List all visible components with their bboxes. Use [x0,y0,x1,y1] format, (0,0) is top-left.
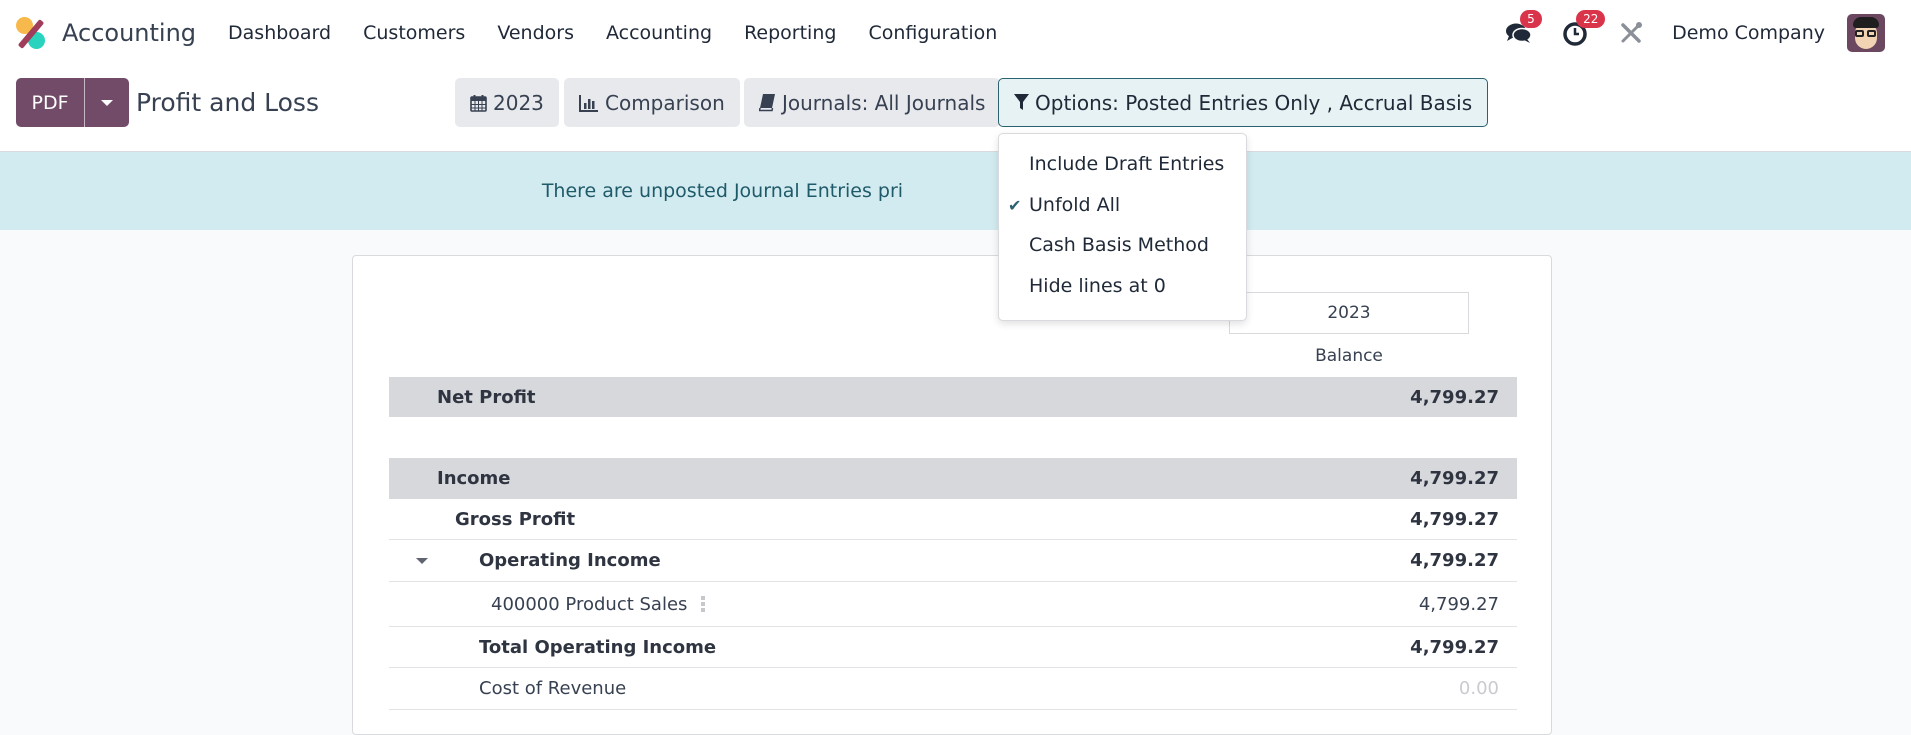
line-actions-icon[interactable] [701,595,706,613]
row-value: 4,799.27 [1410,636,1499,658]
page-title: Profit and Loss [136,88,319,117]
pdf-button[interactable]: PDF [16,78,85,127]
report-row-net-profit[interactable]: Net Profit 4,799.27 [389,377,1517,417]
row-label: Income [437,468,511,489]
options-filter-button[interactable]: Options: Posted Entries Only , Accrual B… [998,78,1489,127]
option-label: Hide lines at 0 [1029,274,1166,297]
column-header-balance: Balance [1315,346,1383,366]
row-value: 4,799.27 [1410,386,1499,408]
row-label: Net Profit [437,386,536,408]
option-hide-lines-at-zero[interactable]: Hide lines at 0 [999,266,1246,307]
report-row-cost-of-revenue[interactable]: Cost of Revenue 0.00 [389,668,1517,710]
export-button-group: PDF [16,78,129,127]
row-value: 4,799.27 [1410,550,1499,571]
option-include-draft-entries[interactable]: Include Draft Entries [999,144,1246,185]
debug-tools-button[interactable] [1616,18,1646,48]
app-brand[interactable]: Accounting [16,17,196,49]
menu-configuration[interactable]: Configuration [852,22,1013,44]
report-row-operating-income[interactable]: Operating Income 4,799.27 [389,540,1517,582]
row-value: 4,799.27 [1410,508,1499,530]
report-row-total-operating-income[interactable]: Total Operating Income 4,799.27 [389,627,1517,668]
comparison-filter-button[interactable]: Comparison [564,78,740,127]
report-row-income[interactable]: Income 4,799.27 [389,458,1517,499]
control-panel: PDF Profit and Loss 2023 Comparison Jour… [0,66,1911,152]
comparison-filter-label: Comparison [605,90,725,115]
filter-icon [1014,94,1029,111]
row-value: 4,799.27 [1418,593,1499,615]
messages-button[interactable]: 5 [1504,10,1542,48]
journals-filter-label: Journals: All Journals [782,90,986,115]
fold-caret-icon[interactable] [416,557,428,564]
activities-count-badge: 22 [1576,10,1606,28]
row-value: 4,799.27 [1410,468,1499,489]
main-menu: Dashboard Customers Vendors Accounting R… [212,22,1013,44]
option-unfold-all[interactable]: ✔ Unfold All [999,185,1246,226]
menu-reporting[interactable]: Reporting [728,22,852,44]
calendar-icon [470,94,487,112]
tools-icon [1621,22,1643,43]
unposted-entries-alert: There are unposted Journal Entries pri d… [0,152,1911,230]
caret-down-icon [101,99,113,106]
alert-text: There are unposted Journal Entries pri [541,180,904,202]
accounting-app-icon [16,17,46,49]
option-cash-basis-method[interactable]: Cash Basis Method [999,225,1246,266]
journals-filter-button[interactable]: Journals: All Journals [744,78,1001,127]
bar-chart-icon [579,94,599,112]
row-label: Operating Income [479,550,661,571]
row-label: 400000 Product Sales [491,593,688,615]
report-card: 2023 Balance Net Profit 4,799.27 Income … [352,255,1552,735]
column-header-period: 2023 [1229,292,1469,334]
messages-count-badge: 5 [1520,10,1542,28]
company-switcher[interactable]: Demo Company [1672,22,1825,44]
row-label: Total Operating Income [479,636,717,658]
top-navbar: Accounting Dashboard Customers Vendors A… [0,0,1911,66]
user-avatar[interactable] [1847,14,1885,52]
export-options-toggle[interactable] [85,78,129,127]
date-filter-label: 2023 [493,90,544,115]
options-dropdown-menu: Include Draft Entries ✔ Unfold All Cash … [998,133,1247,321]
book-icon [759,93,776,112]
option-label: Include Draft Entries [1029,153,1225,176]
menu-accounting[interactable]: Accounting [590,22,728,44]
checkmark-icon: ✔ [1008,195,1022,215]
option-label: Unfold All [1029,193,1121,216]
row-label: Gross Profit [455,508,576,530]
row-label: Cost of Revenue [479,678,627,699]
menu-vendors[interactable]: Vendors [481,22,590,44]
options-filter-label: Options: Posted Entries Only , Accrual B… [1035,90,1473,115]
option-label: Cash Basis Method [1029,234,1209,257]
report-row-gross-profit[interactable]: Gross Profit 4,799.27 [389,499,1517,540]
menu-customers[interactable]: Customers [347,22,481,44]
app-name: Accounting [62,19,197,47]
menu-dashboard[interactable]: Dashboard [212,22,347,44]
row-value: 0.00 [1458,678,1499,699]
activities-button[interactable]: 22 [1560,10,1606,48]
report-row-product-sales[interactable]: 400000 Product Sales 4,799.27 [389,582,1517,627]
date-filter-button[interactable]: 2023 [455,78,559,127]
